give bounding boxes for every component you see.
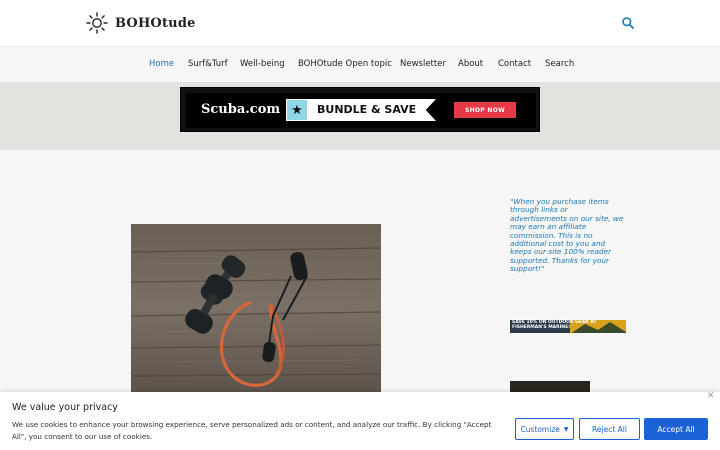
scuba-ad-banner[interactable]: Scuba.com ★ BUNDLE & SAVE SHOP NOW [180,87,540,132]
ad-headline: BUNDLE & SAVE [317,103,417,116]
hero-photo [131,224,381,392]
ad-inner: Scuba.com ★ BUNDLE & SAVE SHOP NOW [186,93,536,128]
star-icon: ★ [286,99,308,121]
site-header: BOHOtude [0,0,720,46]
nav-item-about[interactable]: About [458,59,483,69]
shop-now-button[interactable]: SHOP NOW [454,102,516,118]
customize-label: Customize [520,424,560,434]
nav-item-newsletter[interactable]: Newsletter [400,59,446,69]
cookie-description: We use cookies to enhance your browsing … [12,420,492,441]
cookie-title: We value your privacy [12,402,118,413]
nav-item-contact[interactable]: Contact [498,59,531,69]
side-ad-text: SAVE 10% ON OUTDOOR GEAR AT FISHERMAN'S … [512,320,597,330]
nav-item-search[interactable]: Search [545,59,574,69]
nav-item-well-being[interactable]: Well-being [240,59,285,69]
close-icon[interactable]: ✕ [707,391,715,401]
reject-all-button[interactable]: Reject All [579,418,640,440]
article-hero-image[interactable] [131,224,381,392]
affiliate-disclosure: "When you purchase items through links o… [510,197,624,274]
nav-item-surf-turf[interactable]: Surf&Turf [188,59,228,69]
sun-logo-icon [86,12,108,34]
site-logo[interactable]: BOHOtude [86,12,196,34]
site-title[interactable]: BOHOtude [115,16,196,31]
main-nav: Home Surf&Turf Well-being BOHOtude Open … [0,46,720,82]
search-icon[interactable] [621,16,635,30]
caret-down-icon: ▼ [563,425,569,433]
nav-item-home[interactable]: Home [149,59,174,69]
fishermans-marine-ad[interactable]: SAVE 10% ON OUTDOOR GEAR AT FISHERMAN'S … [510,319,626,333]
customize-button[interactable]: Customize ▼ [515,418,574,440]
ad-band: Scuba.com ★ BUNDLE & SAVE SHOP NOW [0,82,720,150]
nav-item-open-topic[interactable]: BOHOtude Open topic [298,59,392,69]
accept-all-button[interactable]: Accept All [644,418,708,440]
ad-brand: Scuba.com [201,102,281,117]
